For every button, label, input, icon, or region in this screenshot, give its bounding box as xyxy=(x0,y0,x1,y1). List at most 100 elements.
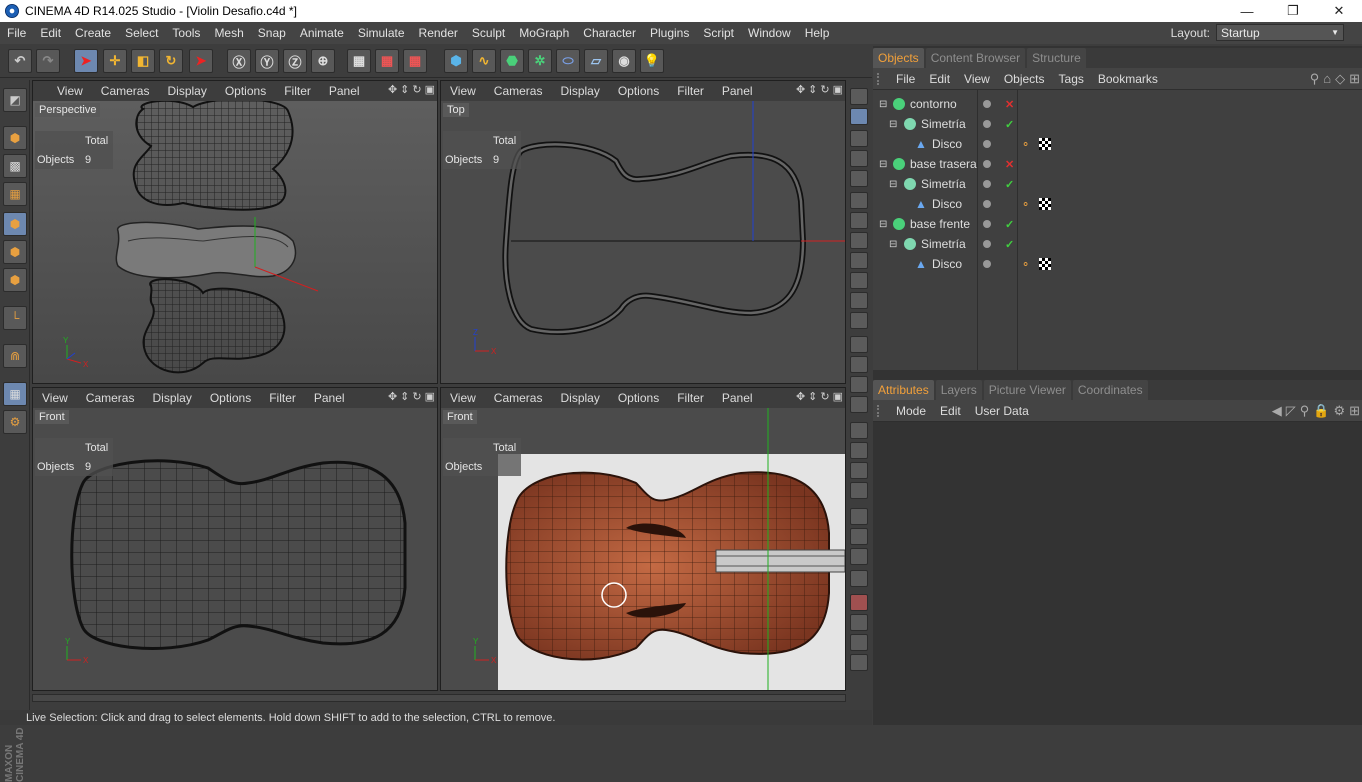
menu-sculpt[interactable]: Sculpt xyxy=(465,26,512,40)
material-tag-icon[interactable] xyxy=(1039,198,1051,210)
visibility-dot-icon[interactable] xyxy=(983,100,991,108)
vp-menu-cameras[interactable]: Cameras xyxy=(485,84,552,98)
weld-tool-icon[interactable] xyxy=(850,212,868,229)
pan-icon[interactable]: ✥ xyxy=(796,83,805,96)
disconnect-icon[interactable] xyxy=(850,482,868,499)
object-label[interactable]: Simetría xyxy=(921,177,966,191)
menu-help[interactable]: Help xyxy=(798,26,837,40)
visibility-dot-icon[interactable] xyxy=(983,160,991,168)
vp-menu-options[interactable]: Options xyxy=(609,84,668,98)
panel-grip-icon[interactable] xyxy=(877,72,885,85)
polygons-mode-icon[interactable]: ⬢ xyxy=(3,268,27,292)
obj-menu-objects[interactable]: Objects xyxy=(997,72,1052,86)
object-label[interactable]: Disco xyxy=(932,137,962,151)
menu-script[interactable]: Script xyxy=(696,26,741,40)
close-polygon-hole-icon[interactable] xyxy=(850,594,868,611)
triangulate-icon[interactable] xyxy=(850,356,868,373)
vp-menu-display[interactable]: Display xyxy=(158,84,215,98)
align-normals-icon[interactable] xyxy=(850,528,868,545)
vp-menu-options[interactable]: Options xyxy=(201,391,260,405)
snap-magnet-icon[interactable]: ⋒ xyxy=(3,344,27,368)
model-mode-icon[interactable]: ⬢ xyxy=(3,126,27,150)
vp-menu-options[interactable]: Options xyxy=(216,84,275,98)
tab-objects[interactable]: Objects xyxy=(873,48,924,68)
set-point-value-icon[interactable] xyxy=(850,312,868,329)
menu-window[interactable]: Window xyxy=(741,26,798,40)
tab-picture-viewer[interactable]: Picture Viewer xyxy=(983,380,1071,400)
make-editable-icon[interactable]: ◩ xyxy=(3,88,27,112)
visibility-dot-icon[interactable] xyxy=(983,220,991,228)
tree-row-base-trasera[interactable]: ⊟ base trasera ✕ xyxy=(873,154,1362,174)
obj-menu-bookmarks[interactable]: Bookmarks xyxy=(1091,72,1165,86)
brush-tool-icon[interactable] xyxy=(850,88,868,105)
tree-row-simetria[interactable]: ⊟ Simetría ✓ xyxy=(873,114,1362,134)
workplane-icon[interactable]: ▦ xyxy=(3,182,27,206)
visibility-dot-icon[interactable] xyxy=(983,200,991,208)
redo-icon[interactable]: ↷ xyxy=(36,49,60,73)
obj-menu-file[interactable]: File xyxy=(889,72,922,86)
vp-menu-cameras[interactable]: Cameras xyxy=(485,391,552,405)
tab-layers[interactable]: Layers xyxy=(935,380,982,400)
object-label[interactable]: Simetría xyxy=(921,117,966,131)
clone-tool-icon[interactable] xyxy=(850,570,868,587)
enabled-flag[interactable]: ✕ xyxy=(1005,158,1014,171)
vp-menu-view[interactable]: View xyxy=(33,84,92,98)
zoom-icon[interactable]: ⇕ xyxy=(808,390,817,403)
viewport-canvas[interactable]: Perspective Total Objects 9 Y X xyxy=(33,101,437,383)
slide-tool-icon[interactable] xyxy=(850,232,868,249)
zoom-icon[interactable]: ⇕ xyxy=(400,390,409,403)
menu-select[interactable]: Select xyxy=(118,26,165,40)
melt-icon[interactable] xyxy=(850,422,868,439)
orbit-icon[interactable]: ↻ xyxy=(412,390,421,403)
vp-menu-display[interactable]: Display xyxy=(143,391,200,405)
phong-tag-icon[interactable]: ⚬ xyxy=(1021,198,1030,211)
mirror-tool-icon[interactable] xyxy=(850,292,868,309)
visibility-dot-icon[interactable] xyxy=(983,120,991,128)
menu-mesh[interactable]: Mesh xyxy=(207,26,250,40)
tree-row-base-frente[interactable]: ⊟ base frente ✓ xyxy=(873,214,1362,234)
menu-simulate[interactable]: Simulate xyxy=(351,26,412,40)
lock-workplane-icon[interactable]: ⚙ xyxy=(3,410,27,434)
material-tag-icon[interactable] xyxy=(1039,258,1051,270)
x-axis-lock-icon[interactable]: Ⓧ xyxy=(227,49,251,73)
tree-row-contorno[interactable]: ⊟ contorno ✕ xyxy=(873,94,1362,114)
expand-icon[interactable]: ⊟ xyxy=(879,99,887,110)
array-icon[interactable]: ✲ xyxy=(528,49,552,73)
cube-object-icon[interactable]: ⬢ xyxy=(444,49,468,73)
menu-tools[interactable]: Tools xyxy=(165,26,207,40)
stitch-sew-icon[interactable] xyxy=(850,614,868,631)
panel-grip-icon[interactable] xyxy=(877,404,885,417)
back-arrow-icon[interactable]: ◀ xyxy=(1272,403,1282,419)
menu-animate[interactable]: Animate xyxy=(293,26,351,40)
zoom-icon[interactable]: ⇕ xyxy=(400,83,409,96)
dissolve-icon[interactable] xyxy=(850,442,868,459)
workplane-grid-icon[interactable]: ▦ xyxy=(3,382,27,406)
vp-menu-view[interactable]: View xyxy=(33,391,77,405)
tab-attributes[interactable]: Attributes xyxy=(873,380,934,400)
spline-pen-icon[interactable]: ∿ xyxy=(472,49,496,73)
settings-icon[interactable]: ⚙ xyxy=(1333,403,1345,419)
maximize-view-icon[interactable]: ▣ xyxy=(425,390,435,403)
expand-icon[interactable]: ⊟ xyxy=(879,219,887,230)
attr-menu-mode[interactable]: Mode xyxy=(889,404,933,418)
lock-icon[interactable]: 🔒 xyxy=(1313,403,1329,419)
knife-tool-icon[interactable] xyxy=(850,130,868,147)
layout-dropdown[interactable]: Startup ▼ xyxy=(1216,24,1344,41)
render-view-icon[interactable]: ▦ xyxy=(347,49,371,73)
vp-menu-options[interactable]: Options xyxy=(609,391,668,405)
vp-menu-panel[interactable]: Panel xyxy=(320,84,369,98)
vp-menu-filter[interactable]: Filter xyxy=(260,391,305,405)
search-icon[interactable]: ⚲ xyxy=(1300,403,1310,419)
object-label[interactable]: contorno xyxy=(910,97,957,111)
array-tool-icon[interactable] xyxy=(850,548,868,565)
maximize-button[interactable]: ❐ xyxy=(1270,0,1316,22)
expand-icon[interactable]: ⊟ xyxy=(879,159,887,170)
viewport-front-shaded[interactable]: View Cameras Display Options Filter Pane… xyxy=(440,387,846,691)
maximize-view-icon[interactable]: ▣ xyxy=(833,390,843,403)
material-tag-icon[interactable] xyxy=(1039,138,1051,150)
close-button[interactable]: ✕ xyxy=(1316,0,1362,22)
camera-icon[interactable]: ◉ xyxy=(612,49,636,73)
vp-menu-cameras[interactable]: Cameras xyxy=(77,391,144,405)
menu-character[interactable]: Character xyxy=(576,26,643,40)
vp-menu-filter[interactable]: Filter xyxy=(668,391,713,405)
